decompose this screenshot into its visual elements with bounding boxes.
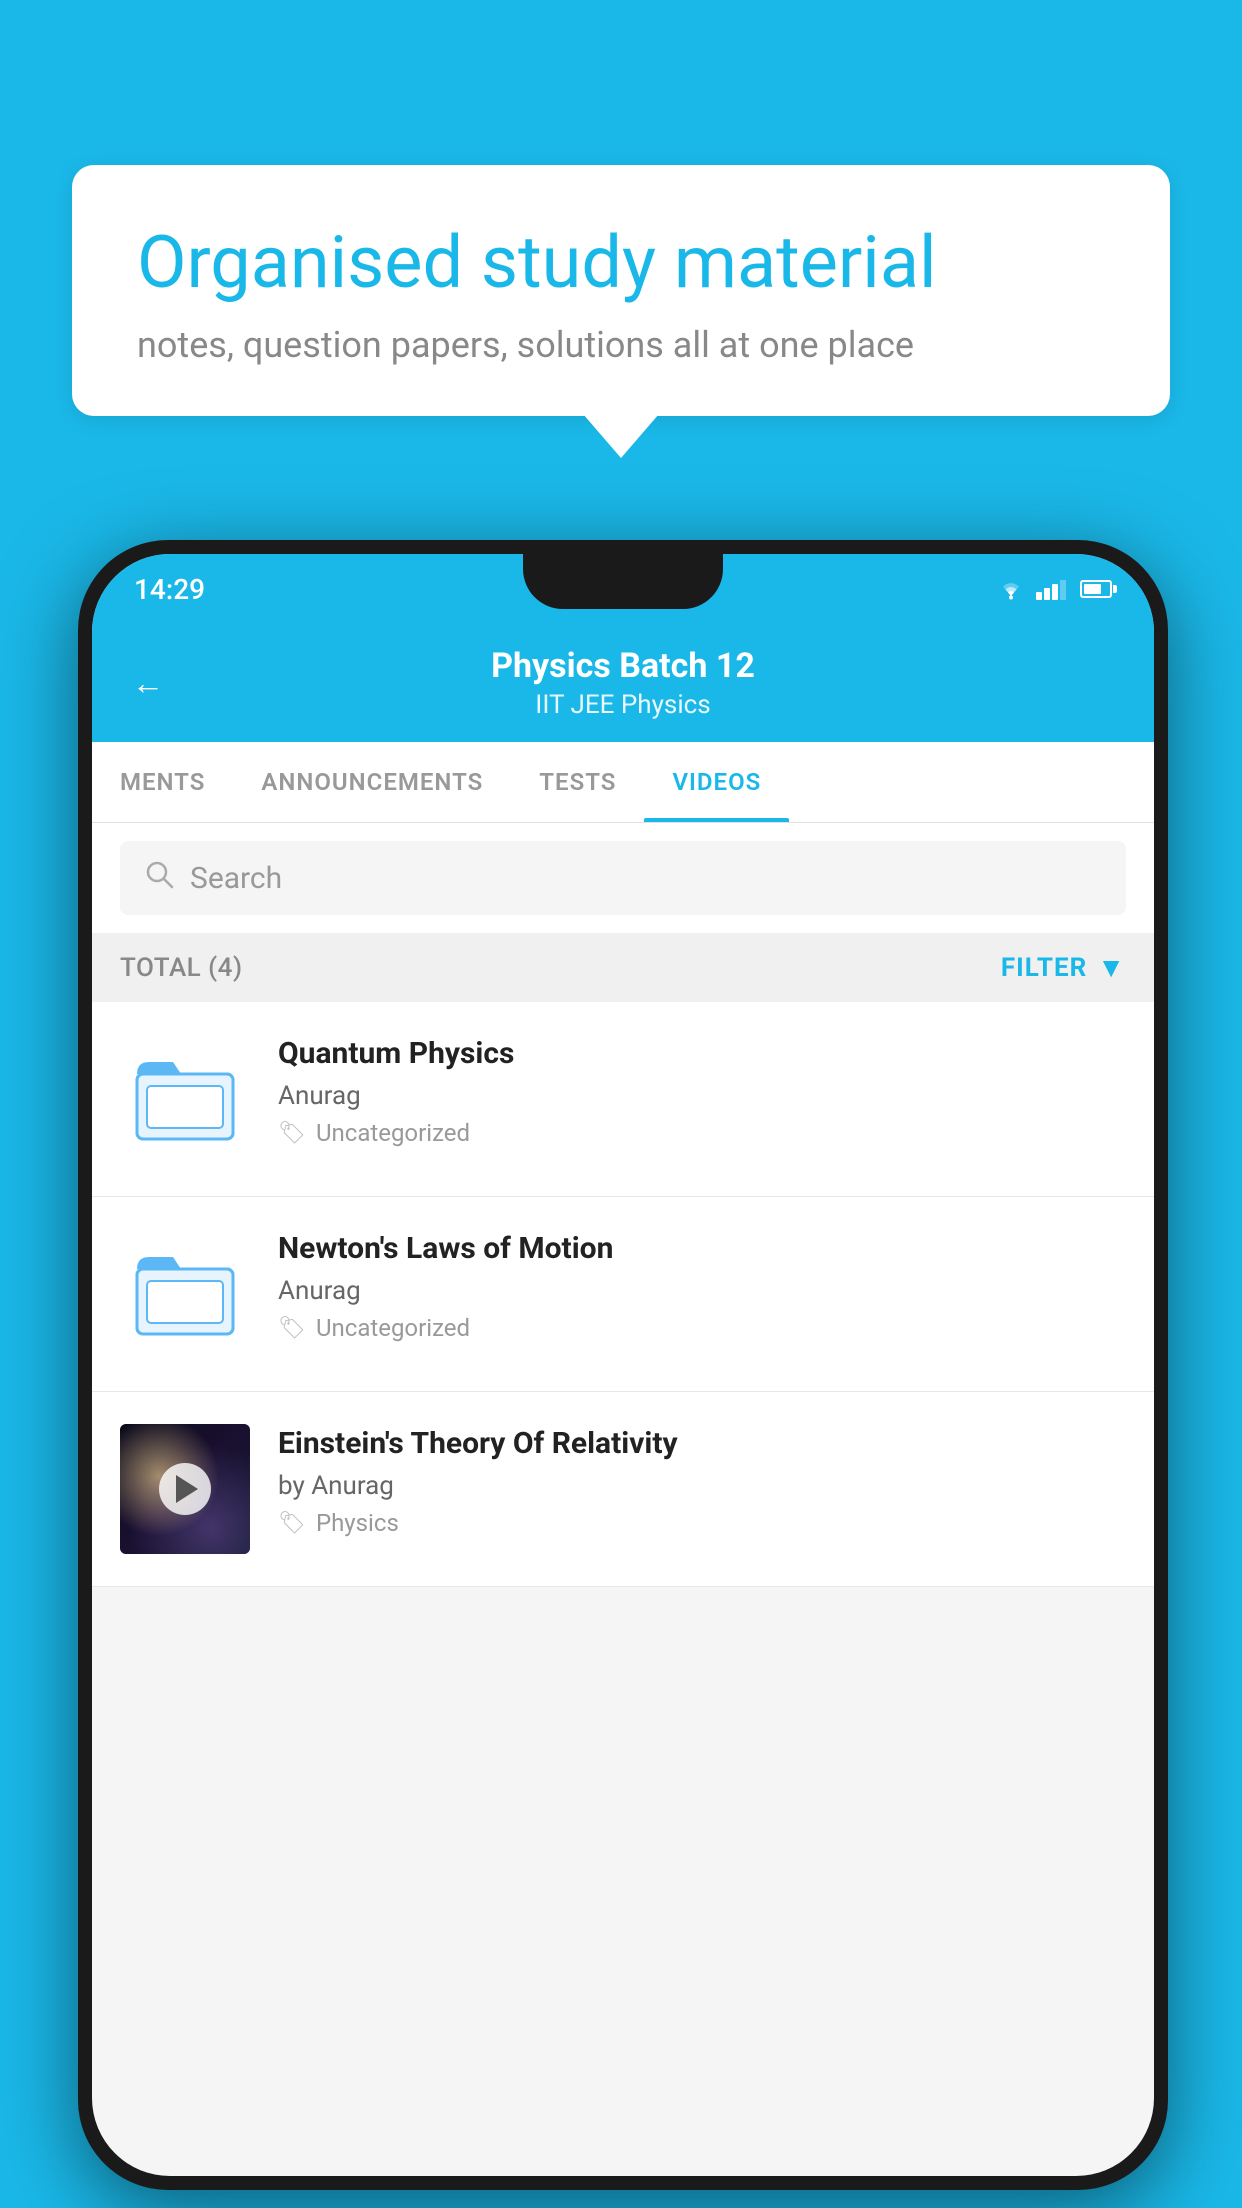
header-subtitle: IIT JEE Physics	[491, 690, 755, 720]
video-thumbnail-image	[120, 1424, 250, 1554]
speech-bubble-title: Organised study material	[137, 220, 1105, 306]
status-time: 14:29	[134, 573, 205, 606]
speech-bubble-container: Organised study material notes, question…	[72, 165, 1170, 416]
list-item[interactable]: Quantum Physics Anurag 🏷 Uncategorized	[92, 1002, 1154, 1197]
search-box[interactable]: Search	[120, 841, 1126, 915]
item-title: Quantum Physics	[278, 1034, 1126, 1073]
app-header: ← Physics Batch 12 IIT JEE Physics	[92, 624, 1154, 742]
item-tag: 🏷 Uncategorized	[278, 1314, 1126, 1342]
filter-funnel-icon: ▼	[1097, 951, 1126, 984]
tag-icon: 🏷	[278, 1121, 306, 1146]
item-info: Newton's Laws of Motion Anurag 🏷 Uncateg…	[278, 1229, 1126, 1342]
filter-label: FILTER	[1001, 953, 1087, 983]
item-author: Anurag	[278, 1276, 1126, 1306]
play-button[interactable]	[159, 1463, 211, 1515]
tab-ments[interactable]: MENTS	[92, 742, 233, 822]
tag-label: Physics	[316, 1509, 399, 1537]
item-tag: 🏷 Physics	[278, 1509, 1126, 1537]
list-item[interactable]: Einstein's Theory Of Relativity by Anura…	[92, 1392, 1154, 1587]
status-icons	[996, 578, 1112, 600]
tab-tests[interactable]: TESTS	[511, 742, 644, 822]
item-thumbnail	[120, 1424, 250, 1554]
phone-frame: 14:29	[78, 540, 1168, 2190]
header-title: Physics Batch 12	[491, 646, 755, 686]
tag-label: Uncategorized	[316, 1119, 470, 1147]
folder-icon	[135, 1054, 235, 1144]
phone-notch	[523, 554, 723, 609]
filter-button[interactable]: FILTER ▼	[1001, 951, 1126, 984]
item-author: Anurag	[278, 1081, 1126, 1111]
item-info: Einstein's Theory Of Relativity by Anura…	[278, 1424, 1126, 1537]
item-thumbnail	[120, 1034, 250, 1164]
folder-icon	[135, 1249, 235, 1339]
search-container: Search	[92, 823, 1154, 933]
tag-icon: 🏷	[278, 1511, 306, 1536]
speech-bubble: Organised study material notes, question…	[72, 165, 1170, 416]
item-tag: 🏷 Uncategorized	[278, 1119, 1126, 1147]
tag-icon: 🏷	[278, 1316, 306, 1341]
back-button[interactable]: ←	[132, 664, 164, 702]
tag-label: Uncategorized	[316, 1314, 470, 1342]
search-placeholder: Search	[190, 861, 282, 896]
wifi-icon	[996, 578, 1026, 600]
tab-announcements[interactable]: ANNOUNCEMENTS	[233, 742, 511, 822]
tab-bar: MENTS ANNOUNCEMENTS TESTS VIDEOS	[92, 742, 1154, 823]
total-count: TOTAL (4)	[120, 953, 243, 983]
filter-bar: TOTAL (4) FILTER ▼	[92, 933, 1154, 1002]
item-thumbnail	[120, 1229, 250, 1359]
item-title: Einstein's Theory Of Relativity	[278, 1424, 1126, 1463]
speech-bubble-subtitle: notes, question papers, solutions all at…	[137, 324, 1105, 366]
tab-videos[interactable]: VIDEOS	[644, 742, 789, 822]
item-title: Newton's Laws of Motion	[278, 1229, 1126, 1268]
phone-screen: 14:29	[92, 554, 1154, 2176]
item-author: by Anurag	[278, 1471, 1126, 1501]
list-item[interactable]: Newton's Laws of Motion Anurag 🏷 Uncateg…	[92, 1197, 1154, 1392]
header-title-block: Physics Batch 12 IIT JEE Physics	[491, 646, 755, 720]
signal-icon	[1036, 578, 1066, 600]
item-info: Quantum Physics Anurag 🏷 Uncategorized	[278, 1034, 1126, 1147]
video-list: Quantum Physics Anurag 🏷 Uncategorized	[92, 1002, 1154, 1587]
battery-icon	[1080, 580, 1112, 598]
search-icon	[144, 859, 174, 897]
